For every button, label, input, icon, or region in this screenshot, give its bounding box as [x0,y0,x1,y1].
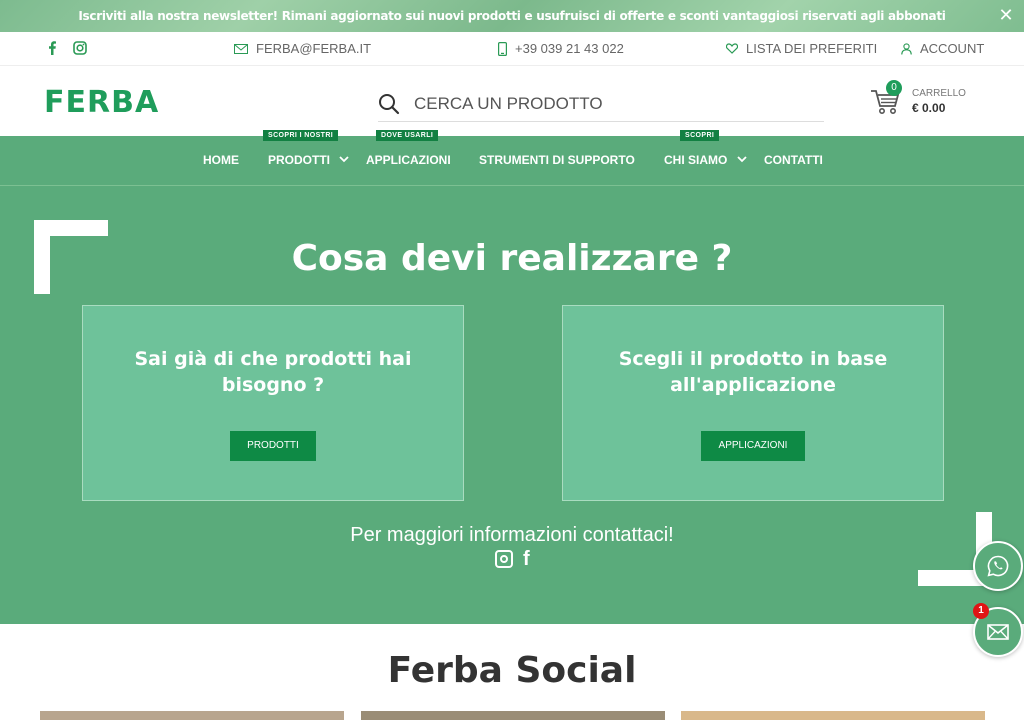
nav-home[interactable]: HOME [203,153,239,167]
applications-button[interactable]: APPLICAZIONI [701,431,805,461]
applications-box: Scegli il prodotto in base all'applicazi… [562,305,944,501]
email-text: FERBA@FERBA.IT [256,41,372,56]
social-thumbnail[interactable] [361,711,665,720]
nav-applications[interactable]: APPLICAZIONI [366,153,451,167]
search-bar [378,86,824,122]
nav-applications-tag: DOVE USARLI [376,130,439,141]
newsletter-bar: Iscriviti alla nostra newsletter! Rimani… [0,0,1024,32]
account-text: ACCOUNT [920,41,985,56]
user-icon [901,42,912,55]
cart-label: CARRELLO [912,88,966,99]
account-link[interactable]: ACCOUNT [901,41,984,56]
whatsapp-icon [987,555,1009,577]
search-icon[interactable] [378,93,400,115]
hero-social-icons: f [495,549,530,569]
mail-icon [987,624,1009,640]
nav-contacts[interactable]: CONTATTI [764,153,823,167]
hero-section: Cosa devi realizzare ? Sai già di che pr… [0,186,1024,624]
site-header: FERBA 0 CARRELLO € 0.00 [0,66,1024,136]
facebook-icon[interactable]: f [523,549,530,569]
nav-products-tag: SCOPRI I NOSTRI [263,130,339,141]
search-input[interactable] [414,93,814,114]
social-section-title: Ferba Social [387,650,637,691]
nav-about[interactable]: CHI SIAMO [664,153,727,167]
instagram-icon[interactable] [495,550,513,568]
phone-link[interactable]: +39 039 21 43 022 [498,41,624,56]
newsletter-message[interactable]: Iscriviti alla nostra newsletter! Rimani… [78,9,946,23]
mail-icon [234,43,248,54]
ferba-logo[interactable]: FERBA [44,85,159,120]
close-icon[interactable]: ✕ [998,6,1014,24]
products-box: Sai già di che prodotti hai bisogno ? PR… [82,305,464,501]
hero-title: Cosa devi realizzare ? [291,238,733,279]
products-box-title: Sai già di che prodotti hai bisogno ? [134,348,412,396]
wishlist-text: LISTA DEI PREFERITI [746,41,878,56]
main-nav: HOME SCOPRI I NOSTRI PRODOTTI DOVE USARL… [0,130,1024,186]
heart-icon [726,43,738,54]
applications-box-title: Scegli il prodotto in base all'applicazi… [618,348,888,396]
instagram-icon[interactable] [73,41,87,55]
chevron-down-icon[interactable] [737,156,747,163]
cart-count-badge: 0 [886,80,902,96]
whatsapp-button[interactable] [973,541,1023,591]
social-thumbnail[interactable] [681,711,985,720]
contact-info-text: Per maggiori informazioni contattaci! [350,524,674,546]
phone-icon [498,41,507,56]
notification-badge: 1 [973,603,989,619]
products-button[interactable]: PRODOTTI [230,431,316,461]
nav-products[interactable]: PRODOTTI [268,153,330,167]
wishlist-link[interactable]: LISTA DEI PREFERITI [726,41,877,56]
chevron-down-icon[interactable] [339,156,349,163]
social-thumbnail[interactable] [40,711,344,720]
nav-about-tag: SCOPRI [680,130,720,141]
social-links [47,41,87,55]
facebook-icon[interactable] [47,41,57,55]
contact-row: FERBA@FERBA.IT +39 039 21 43 022 LISTA D… [0,32,1024,66]
nav-support-tools[interactable]: STRUMENTI DI SUPPORTO [479,153,635,167]
email-link[interactable]: FERBA@FERBA.IT [234,41,371,56]
cart[interactable]: 0 CARRELLO € 0.00 [870,80,980,122]
phone-text: +39 039 21 43 022 [515,41,624,56]
cart-total: € 0.00 [912,101,946,115]
